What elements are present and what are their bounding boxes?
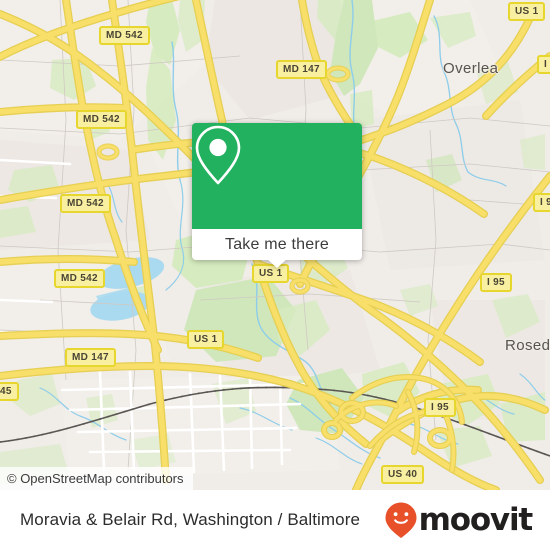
- map-screenshot: .park { fill:#d6ebbf; } .park2 { fill:#c…: [0, 0, 550, 550]
- map-canvas[interactable]: .park { fill:#d6ebbf; } .park2 { fill:#c…: [0, 0, 550, 490]
- map-pin-icon: [195, 125, 241, 185]
- road-shield[interactable]: US 1: [508, 2, 546, 21]
- callout-action-panel[interactable]: Take me there: [192, 229, 362, 260]
- road-shield[interactable]: US 1: [187, 330, 225, 349]
- location-callout-card[interactable]: Take me there: [192, 123, 362, 268]
- road-shield[interactable]: 45: [0, 382, 19, 401]
- road-shield[interactable]: I 95: [480, 273, 512, 292]
- road-shield[interactable]: MD 542: [76, 110, 127, 129]
- moovit-brand[interactable]: moovit: [384, 501, 550, 539]
- road-shield[interactable]: MD 147: [276, 60, 327, 79]
- osm-attribution[interactable]: © OpenStreetMap contributors: [0, 467, 193, 490]
- road-shield[interactable]: MD 542: [99, 26, 150, 45]
- road-shield[interactable]: MD 147: [65, 348, 116, 367]
- road-shield[interactable]: I 9: [537, 55, 550, 74]
- moovit-wordmark: moovit: [418, 501, 534, 538]
- road-shield[interactable]: I 9: [533, 193, 550, 212]
- location-title: Moravia & Belair Rd, Washington / Baltim…: [20, 510, 361, 529]
- callout-icon-panel: [192, 123, 362, 229]
- road-shield[interactable]: MD 542: [60, 194, 111, 213]
- place-label-rosedale: Rosed: [505, 337, 550, 354]
- road-shield[interactable]: US 40: [381, 465, 425, 484]
- place-label-overlea: Overlea: [443, 60, 499, 77]
- road-shield[interactable]: I 95: [424, 398, 456, 417]
- footer-bar: Moravia & Belair Rd, Washington / Baltim…: [0, 490, 550, 550]
- take-me-there-label: Take me there: [225, 235, 329, 253]
- moovit-pin-smiley-icon: [385, 502, 417, 538]
- road-shield[interactable]: MD 542: [54, 269, 105, 288]
- callout-tail: [267, 259, 287, 268]
